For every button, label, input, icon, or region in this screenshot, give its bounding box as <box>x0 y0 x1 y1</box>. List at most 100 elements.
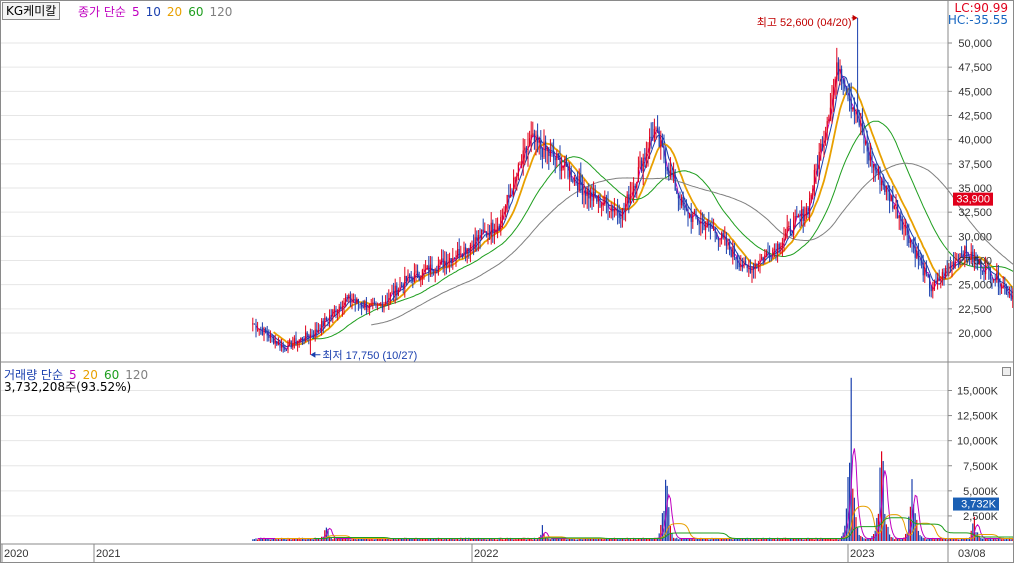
candle-body <box>1001 287 1003 289</box>
candle-body <box>529 138 531 147</box>
candle-body <box>556 153 558 161</box>
volume-bar <box>925 539 927 541</box>
candle-body <box>671 170 673 177</box>
volume-bar <box>396 539 398 541</box>
volume-bar <box>306 539 308 541</box>
candle-body <box>277 341 279 345</box>
volume-bar <box>693 539 695 541</box>
candle-body <box>471 244 473 246</box>
volume-bar <box>687 538 689 541</box>
candle-body <box>578 175 580 190</box>
candle-body <box>628 194 630 204</box>
candle-body <box>585 190 587 196</box>
volume-bar <box>252 539 254 541</box>
volume-bar <box>495 539 497 541</box>
candle-body <box>770 257 772 259</box>
volume-bar <box>397 538 399 541</box>
candle-body <box>620 217 622 219</box>
volume-bar <box>305 539 307 541</box>
candle-body <box>269 334 271 338</box>
candle-body <box>781 242 783 248</box>
candle-body <box>930 288 932 292</box>
volume-bar <box>778 539 780 541</box>
candle-body <box>490 222 492 236</box>
price-tick-label: 37,500 <box>958 159 992 171</box>
candle-body <box>914 246 916 258</box>
volume-bar <box>749 538 751 541</box>
price-tick-label: 30,000 <box>958 231 992 243</box>
candle-body <box>450 258 452 263</box>
candle-body <box>877 168 879 173</box>
candle-body <box>554 157 556 161</box>
candle-body <box>874 164 876 171</box>
candle-body <box>610 206 612 212</box>
volume-bar <box>508 539 510 541</box>
candle-body <box>753 266 755 270</box>
candle-body <box>337 310 339 314</box>
candle-body <box>921 259 923 263</box>
candle-body <box>604 197 606 205</box>
volume-bar <box>455 538 457 541</box>
candle-body <box>505 205 507 213</box>
candle-body <box>868 151 870 161</box>
candle-body <box>541 148 543 158</box>
candle-body <box>421 269 423 278</box>
candle-body <box>601 204 603 207</box>
candle-body <box>954 260 956 268</box>
volume-panel-scroll-button[interactable] <box>1002 367 1011 376</box>
candle-body <box>826 121 828 133</box>
candle-body <box>271 334 273 337</box>
candle-body <box>866 141 868 152</box>
date-tick-label: 2020 <box>4 548 28 560</box>
candle-body <box>389 293 391 299</box>
candle-body <box>405 275 407 281</box>
candle-body <box>527 146 529 153</box>
volume-bar <box>485 539 487 541</box>
volume-bar <box>636 539 638 541</box>
candle-body <box>463 247 465 257</box>
candle-body <box>617 208 619 213</box>
candle-body <box>636 181 638 188</box>
candle-body <box>658 131 660 147</box>
candle-body <box>388 298 390 302</box>
volume-bar <box>618 539 620 541</box>
candle-body <box>813 169 815 189</box>
volume-bar <box>412 538 414 541</box>
candle-body <box>873 164 875 168</box>
volume-bar <box>985 539 987 541</box>
volume-bar <box>332 539 334 541</box>
candle-body <box>415 270 417 273</box>
candle-body <box>645 152 647 159</box>
volume-bar <box>924 538 926 541</box>
candle-body <box>493 232 495 234</box>
stock-title[interactable]: KG케미칼 <box>2 2 61 20</box>
candle-body <box>575 177 577 184</box>
candle-body <box>285 349 287 351</box>
candle-body <box>357 298 359 304</box>
candle-body <box>900 215 902 221</box>
candle-body <box>564 158 566 167</box>
candle-body <box>821 143 823 150</box>
candle-body <box>545 141 547 151</box>
candle-body <box>732 247 734 257</box>
candle-body <box>420 277 422 281</box>
volume-tick-label: 7,500K <box>963 461 999 473</box>
candle-body <box>621 208 623 219</box>
volume-bar <box>535 539 537 541</box>
candle-body <box>789 226 791 235</box>
volume-bar <box>265 538 267 541</box>
candle-body <box>572 180 574 182</box>
candle-body <box>442 258 444 267</box>
candle-body <box>255 323 257 330</box>
candle-body <box>289 340 291 342</box>
candle-body <box>697 217 699 223</box>
volume-bar <box>754 539 756 541</box>
candle-body <box>455 256 457 259</box>
candle-body <box>591 191 593 201</box>
candle-body <box>847 89 849 100</box>
volume-bar <box>497 539 499 541</box>
candle-body <box>281 345 283 348</box>
candle-body <box>460 255 462 257</box>
volume-bar <box>748 539 750 541</box>
candle-body <box>727 242 729 246</box>
